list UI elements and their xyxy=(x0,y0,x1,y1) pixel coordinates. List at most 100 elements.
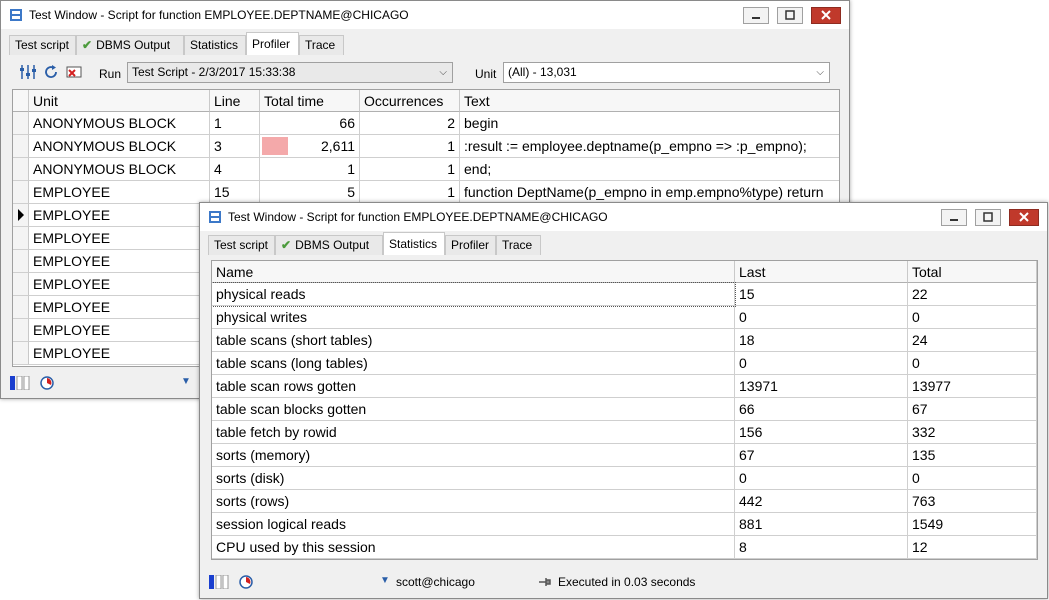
cell-unit[interactable]: EMPLOYEE xyxy=(29,204,210,227)
tab-profiler[interactable]: Profiler xyxy=(246,32,299,55)
maximize-button[interactable] xyxy=(975,209,1001,226)
cell-unit[interactable]: EMPLOYEE xyxy=(29,181,210,204)
cell-total[interactable]: 0 xyxy=(908,352,1037,375)
cell-total[interactable]: 13977 xyxy=(908,375,1037,398)
tab-trace[interactable]: Trace xyxy=(496,235,541,255)
run-select[interactable]: Test Script - 2/3/2017 15:33:38 ⌵ xyxy=(127,62,453,83)
cell-total[interactable]: 67 xyxy=(908,398,1037,421)
cell-total[interactable]: 135 xyxy=(908,444,1037,467)
chevron-down-icon[interactable]: ▼ xyxy=(181,376,191,387)
chevron-down-icon[interactable]: ▼ xyxy=(380,575,390,586)
cell-last[interactable]: 18 xyxy=(735,329,908,352)
cell-name[interactable]: CPU used by this session xyxy=(212,536,735,559)
row-indicator[interactable] xyxy=(13,158,29,181)
cell-unit[interactable]: EMPLOYEE xyxy=(29,342,210,365)
cell-name[interactable]: table scans (long tables) xyxy=(212,352,735,375)
cell-unit[interactable]: EMPLOYEE xyxy=(29,319,210,342)
cell-total[interactable]: 332 xyxy=(908,421,1037,444)
column-header-name[interactable]: Name xyxy=(212,261,735,283)
cell-total[interactable]: 763 xyxy=(908,490,1037,513)
tab-profiler[interactable]: Profiler xyxy=(445,235,496,255)
cell-last[interactable]: 0 xyxy=(735,306,908,329)
cell-line[interactable]: 4 xyxy=(210,158,260,181)
row-indicator[interactable] xyxy=(13,250,29,273)
cell-unit[interactable]: ANONYMOUS BLOCK xyxy=(29,112,210,135)
cell-text[interactable]: end; xyxy=(460,158,839,181)
row-indicator[interactable] xyxy=(13,296,29,319)
cell-unit[interactable]: ANONYMOUS BLOCK xyxy=(29,135,210,158)
title-bar[interactable]: Test Window - Script for function EMPLOY… xyxy=(200,203,1047,231)
column-header-text[interactable]: Text xyxy=(460,90,839,112)
cell-name[interactable]: sorts (rows) xyxy=(212,490,735,513)
cell-text[interactable]: function DeptName(p_empno in emp.empno%t… xyxy=(460,181,839,204)
tab-statistics[interactable]: Statistics xyxy=(383,232,445,255)
tab-dbms-output[interactable]: ✔ DBMS Output xyxy=(76,35,184,55)
cell-unit[interactable]: ANONYMOUS BLOCK xyxy=(29,158,210,181)
row-indicator[interactable] xyxy=(13,181,29,204)
statistics-grid[interactable]: Name Last Total physical reads 15 22 physic… xyxy=(211,260,1038,560)
cell-line[interactable]: 1 xyxy=(210,112,260,135)
cell-name[interactable]: sorts (disk) xyxy=(212,467,735,490)
cell-last[interactable]: 8 xyxy=(735,536,908,559)
cell-name[interactable]: table fetch by rowid xyxy=(212,421,735,444)
cell-total[interactable]: 12 xyxy=(908,536,1037,559)
cell-name[interactable]: session logical reads xyxy=(212,513,735,536)
row-indicator[interactable] xyxy=(13,227,29,250)
cell-last[interactable]: 13971 xyxy=(735,375,908,398)
cell-total[interactable]: 0 xyxy=(908,306,1037,329)
configure-icon[interactable] xyxy=(19,64,37,80)
cell-name[interactable]: physical writes xyxy=(212,306,735,329)
cell-total[interactable]: 24 xyxy=(908,329,1037,352)
cell-last[interactable]: 0 xyxy=(735,467,908,490)
cell-last[interactable]: 156 xyxy=(735,421,908,444)
cell-unit[interactable]: EMPLOYEE xyxy=(29,227,210,250)
column-header-total-time[interactable]: Total time xyxy=(260,90,360,112)
row-indicator[interactable] xyxy=(13,112,29,135)
cell-last[interactable]: 66 xyxy=(735,398,908,421)
row-indicator[interactable] xyxy=(13,319,29,342)
maximize-button[interactable] xyxy=(777,7,803,24)
cell-last[interactable]: 0 xyxy=(735,352,908,375)
close-button[interactable] xyxy=(1009,209,1039,226)
column-header-unit[interactable]: Unit xyxy=(29,90,210,112)
cell-last[interactable]: 442 xyxy=(735,490,908,513)
row-indicator[interactable] xyxy=(13,342,29,365)
connection-label[interactable]: scott@chicago xyxy=(396,575,475,589)
minimize-button[interactable] xyxy=(941,209,967,226)
column-header-line[interactable]: Line xyxy=(210,90,260,112)
minimize-button[interactable] xyxy=(743,7,769,24)
row-indicator[interactable] xyxy=(13,204,29,227)
cell-occurrences[interactable]: 1 xyxy=(360,135,460,158)
tab-statistics[interactable]: Statistics xyxy=(184,35,246,55)
close-button[interactable] xyxy=(811,7,841,24)
cell-name[interactable]: sorts (memory) xyxy=(212,444,735,467)
cell-text[interactable]: :result := employee.deptname(p_empno => … xyxy=(460,135,839,158)
cell-total-time[interactable]: 5 xyxy=(260,181,360,204)
cell-total-time[interactable]: 66 xyxy=(260,112,360,135)
cell-total[interactable]: 0 xyxy=(908,467,1037,490)
tab-trace[interactable]: Trace xyxy=(299,35,344,55)
cell-total[interactable]: 1549 xyxy=(908,513,1037,536)
cell-unit[interactable]: EMPLOYEE xyxy=(29,273,210,296)
cell-occurrences[interactable]: 2 xyxy=(360,112,460,135)
tab-dbms-output[interactable]: ✔ DBMS Output xyxy=(275,235,383,255)
tab-test-script[interactable]: Test script xyxy=(9,35,76,55)
column-header-total[interactable]: Total xyxy=(908,261,1037,283)
cell-unit[interactable]: EMPLOYEE xyxy=(29,296,210,319)
cell-occurrences[interactable]: 1 xyxy=(360,158,460,181)
cell-name[interactable]: table scan rows gotten xyxy=(212,375,735,398)
cell-name[interactable]: table scan blocks gotten xyxy=(212,398,735,421)
cell-line[interactable]: 15 xyxy=(210,181,260,204)
cell-unit[interactable]: EMPLOYEE xyxy=(29,250,210,273)
cell-line[interactable]: 3 xyxy=(210,135,260,158)
title-bar[interactable]: Test Window - Script for function EMPLOY… xyxy=(1,1,849,29)
cell-total-time[interactable]: 2,611 xyxy=(260,135,360,158)
cell-text[interactable]: begin xyxy=(460,112,839,135)
cell-last[interactable]: 67 xyxy=(735,444,908,467)
refresh-icon[interactable] xyxy=(43,64,59,80)
unit-select[interactable]: (All) - 13,031 ⌵ xyxy=(503,62,830,83)
column-header-occurrences[interactable]: Occurrences xyxy=(360,90,460,112)
cell-last[interactable]: 881 xyxy=(735,513,908,536)
tab-test-script[interactable]: Test script xyxy=(208,235,275,255)
cell-name[interactable]: physical reads xyxy=(212,282,736,307)
